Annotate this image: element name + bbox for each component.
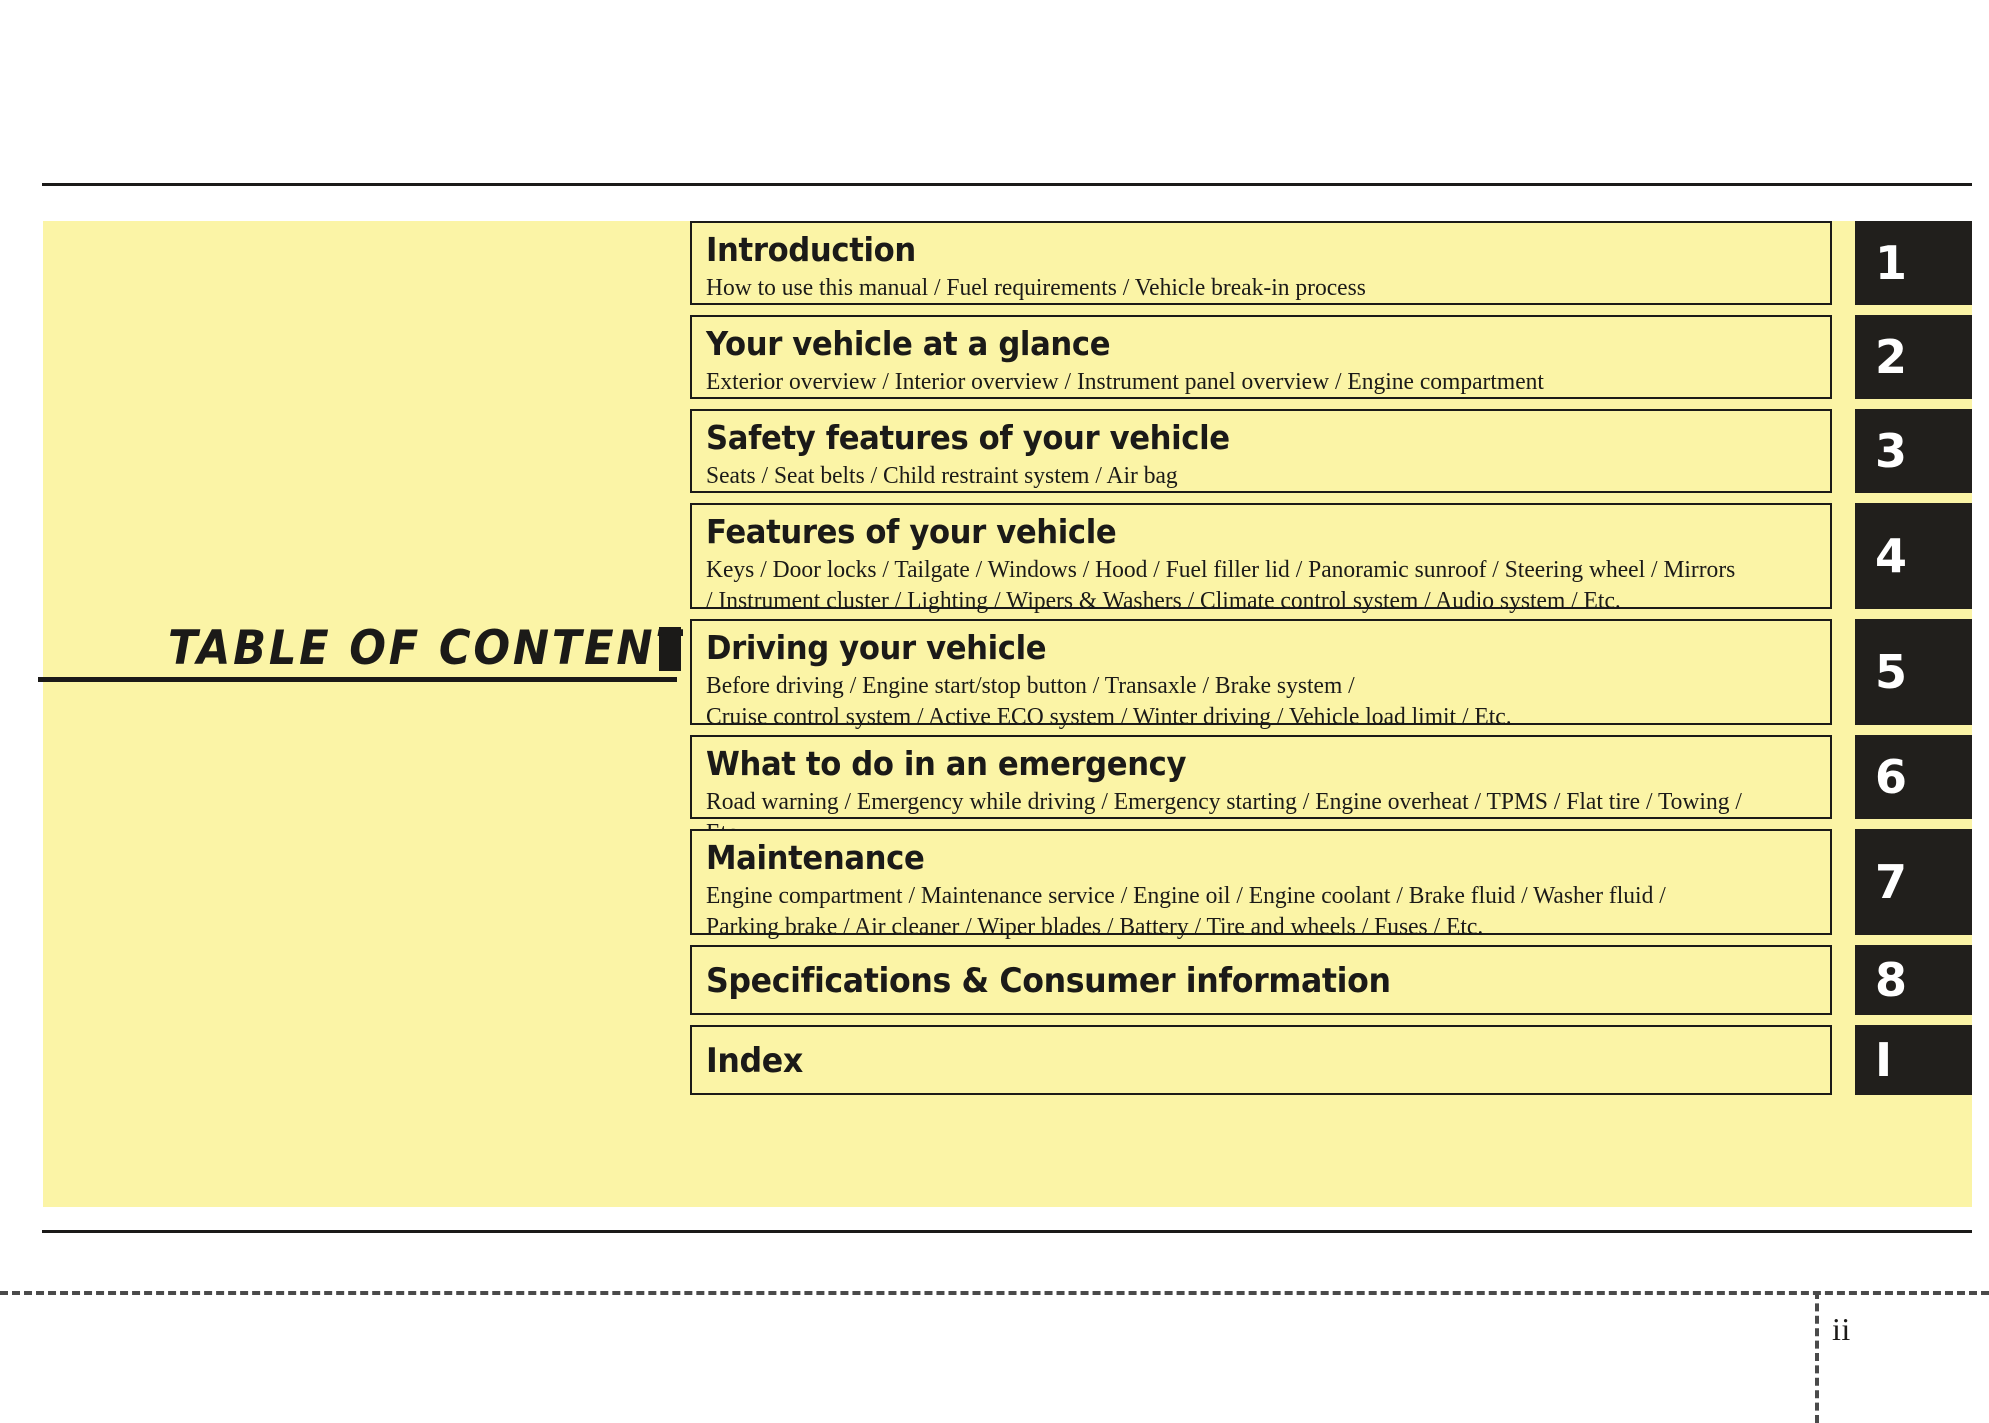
toc-entry-title: Index [706,1040,803,1081]
toc-entry[interactable]: Introduction How to use this manual / Fue… [690,221,1832,305]
toc-stage: TABLE OF CONTENTS Introduction How to use… [38,221,1972,1207]
toc-entry-title: Safety features of your vehicle [706,418,1230,457]
toc-entry-description: Seats / Seat belts / Child restraint sys… [706,461,1178,489]
toc-entry-title: Features of your vehicle [706,512,1117,551]
toc-entry-description: How to use this manual / Fuel requiremen… [706,273,1366,301]
title-accent-block [659,627,681,671]
toc-entry[interactable]: Index [690,1025,1832,1095]
vertical-trim-mark [1815,1291,1819,1423]
toc-entry-description: Keys / Door locks / Tailgate / Windows /… [706,555,1736,615]
chapter-tab-strip: 1 2 3 45 6 7 8 I [1855,221,1972,1207]
page-bottom-rule [42,1230,1972,1233]
chapter-tab-3[interactable]: 3 [1855,409,1972,493]
horizontal-trim-mark [0,1291,1989,1295]
toc-entry[interactable]: Safety features of your vehicle Seats / S… [690,409,1832,493]
toc-entry-title: Introduction [706,230,916,269]
toc-entry-title: Your vehicle at a glance [706,324,1111,363]
chapter-tab-1[interactable]: 1 [1855,221,1972,305]
title-underline-rule [38,677,677,682]
page-title: TABLE OF CONTENTS [168,621,722,676]
toc-entry[interactable]: Driving your vehicle Before driving / Eng… [690,619,1832,730]
toc-entry-title: Driving your vehicle [706,628,1047,667]
chapter-tab-4[interactable]: 4 [1855,503,1972,609]
toc-title-panel: TABLE OF CONTENTS [38,221,719,1207]
chapter-tab-7[interactable]: 7 [1855,829,1972,935]
toc-entry[interactable]: Features of your vehicle Keys / Door lock… [690,503,1832,614]
toc-entry-list: Introduction How to use this manual / Fue… [690,221,1836,1207]
toc-entry-title: What to do in an emergency [706,744,1187,783]
chapter-tab-8[interactable]: 8 [1855,945,1972,1015]
toc-title-group: TABLE OF CONTENTS [38,621,719,731]
page-number: ii [1832,1311,1851,1347]
toc-entry[interactable]: Specifications & Consumer information [690,945,1832,1015]
page-top-rule [42,183,1972,186]
chapter-tab-2[interactable]: 2 [1855,315,1972,399]
toc-entry-description: Exterior overview / Interior overview / … [706,367,1544,395]
chapter-tab-5[interactable]: 5 [1855,619,1972,725]
toc-entry[interactable]: Your vehicle at a glance Exterior overvie… [690,315,1832,399]
chapter-tab-i[interactable]: I [1855,1025,1972,1095]
toc-entry-description: Engine compartment / Maintenance service… [706,881,1666,941]
chapter-tab-6[interactable]: 6 [1855,735,1972,819]
toc-entry[interactable]: Maintenance Engine compartment / Maintena… [690,829,1832,940]
toc-entry-description: Before driving / Engine start/stop butto… [706,671,1512,731]
toc-entry-title: Maintenance [706,838,925,877]
toc-entry[interactable]: What to do in an emergency Road warning /… [690,735,1832,846]
toc-entry-title: Specifications & Consumer information [706,960,1391,1001]
